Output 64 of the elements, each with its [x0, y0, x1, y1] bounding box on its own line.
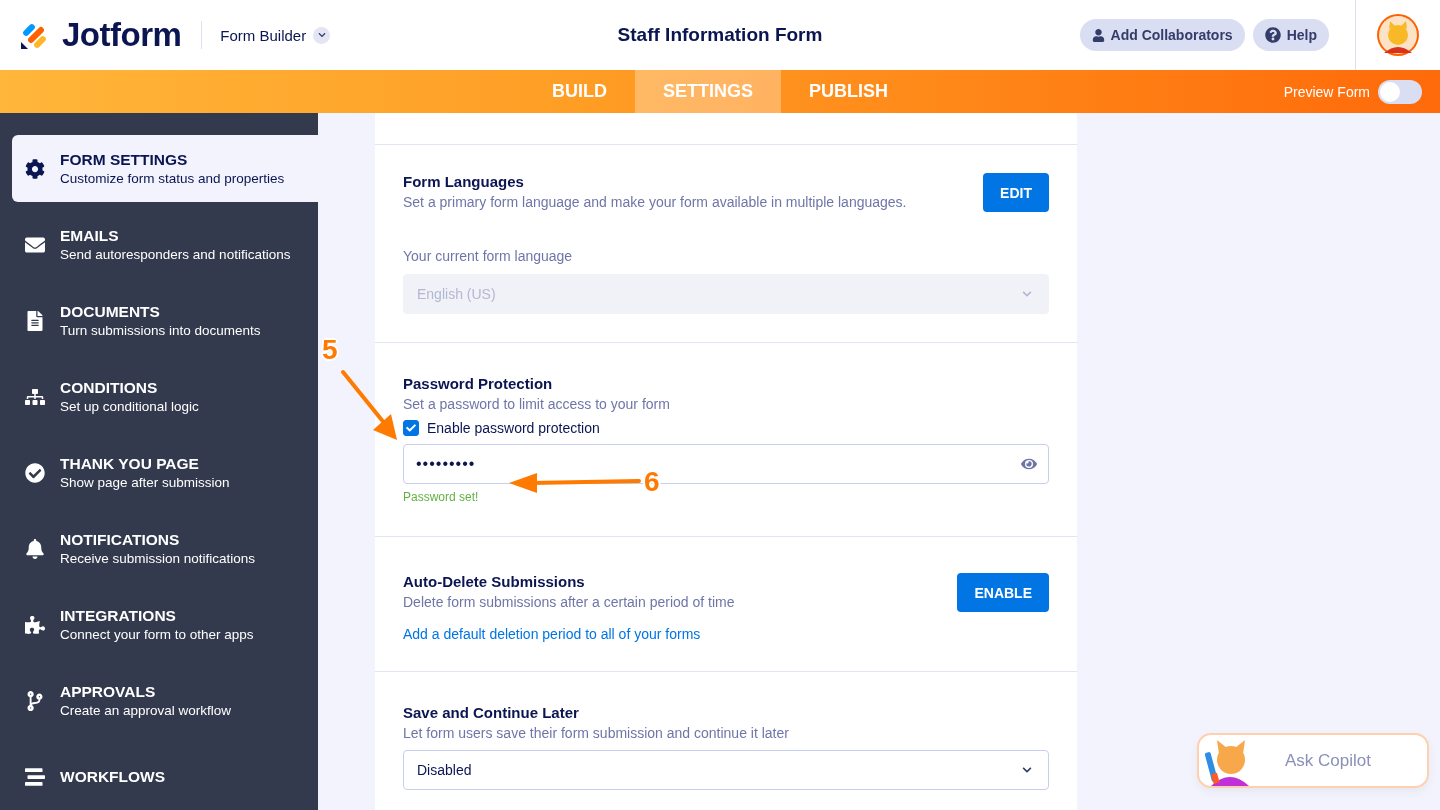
collaborators-button[interactable]: Add Collaborators	[1079, 19, 1245, 51]
eye-icon[interactable]	[1021, 456, 1037, 472]
section-title: Password Protection	[403, 375, 554, 392]
preview-label: Preview Form	[1283, 83, 1370, 100]
checkbox-label: Enable password protection	[427, 420, 600, 436]
arrow	[341, 370, 399, 442]
help-icon	[1264, 27, 1281, 43]
puzzle-icon	[24, 614, 46, 635]
sidebar-item[interactable]: FORM SETTINGS Customize form status and properties	[12, 135, 318, 202]
check-icon	[406, 423, 416, 433]
item-title: INTEGRATIONS	[60, 607, 177, 625]
edit-button[interactable]: EDIT	[983, 173, 1049, 212]
item-subtitle: Set up conditional logic	[60, 399, 199, 414]
chevron-icon	[1022, 289, 1032, 299]
help-button[interactable]: Help	[1252, 19, 1329, 51]
item-title: NOTIFICATIONS	[60, 531, 181, 549]
item-title: DOCUMENTS	[60, 303, 161, 321]
section-title: Form Languages	[403, 173, 525, 190]
section-description: Let form users save their form submission and continue it later	[403, 725, 790, 741]
checkbox[interactable]	[403, 420, 419, 436]
item-subtitle: Receive submission notifications	[60, 551, 256, 566]
step-number: 5	[322, 336, 338, 364]
section-description: Set a primary form language and make your form available in multiple languages.	[403, 194, 907, 210]
item-title: THANK YOU PAGE	[60, 455, 200, 473]
dropdown-select[interactable]: Disabled	[403, 750, 1049, 790]
section-title: Save and Continue Later	[403, 704, 580, 721]
list-icon	[24, 766, 46, 787]
section-description: Set a password to limit access to your form	[403, 396, 671, 412]
item-title: APPROVALS	[60, 683, 157, 701]
item-subtitle: Send autoresponders and notifications	[60, 247, 291, 262]
sidebar-item[interactable]: DOCUMENTS Turn submissions into documents	[12, 287, 318, 354]
avatar[interactable]	[1376, 13, 1420, 57]
sidebar-item[interactable]: NOTIFICATIONS Receive submission notifications	[12, 515, 318, 582]
item-subtitle: Customize form status and properties	[60, 171, 285, 186]
chevron-icon	[313, 26, 331, 44]
status-text: Password set!	[403, 490, 480, 504]
item-subtitle: Create an approval workflow	[60, 703, 232, 718]
item-title: CONDITIONS	[60, 379, 159, 397]
item-title: WORKFLOWS	[60, 767, 166, 786]
sidebar-item[interactable]: CONDITIONS Set up conditional logic	[12, 363, 318, 430]
item-subtitle: Show page after submission	[60, 475, 230, 490]
preview-toggle[interactable]	[1378, 79, 1422, 104]
section-title: Auto-Delete Submissions	[403, 573, 586, 590]
chevron-icon	[1022, 765, 1032, 775]
field-label: Your current form language	[403, 248, 574, 264]
section-description: Delete form submissions after a certain period of time	[403, 594, 735, 610]
user-icon	[1091, 28, 1105, 42]
logo-text: Jotform	[62, 16, 182, 54]
sidebar-item[interactable]: INTEGRATIONS Connect your form to other apps	[12, 591, 318, 658]
gear-icon	[24, 158, 46, 179]
sidebar-item[interactable]: WORKFLOWS	[12, 743, 318, 810]
item-subtitle: Turn submissions into documents	[60, 323, 261, 338]
item-title: EMAILS	[60, 227, 120, 245]
form-title: Staff Information Form	[617, 24, 823, 46]
sidebar-item[interactable]: THANK YOU PAGE Show page after submission	[12, 439, 318, 506]
product-menu[interactable]: Form Builder	[220, 26, 331, 44]
sidebar-item[interactable]: EMAILS Send autoresponders and notifications	[12, 211, 318, 278]
hierarchy-icon	[24, 386, 46, 407]
item-subtitle: Connect your form to other apps	[60, 627, 254, 642]
deletion-link[interactable]: Add a default deletion period to all of your forms	[403, 626, 701, 642]
bell-icon	[24, 538, 46, 559]
sidebar-item[interactable]: APPROVALS Create an approval workflow	[12, 667, 318, 734]
enable-button[interactable]: ENABLE	[957, 573, 1049, 612]
item-title: FORM SETTINGS	[60, 151, 189, 169]
